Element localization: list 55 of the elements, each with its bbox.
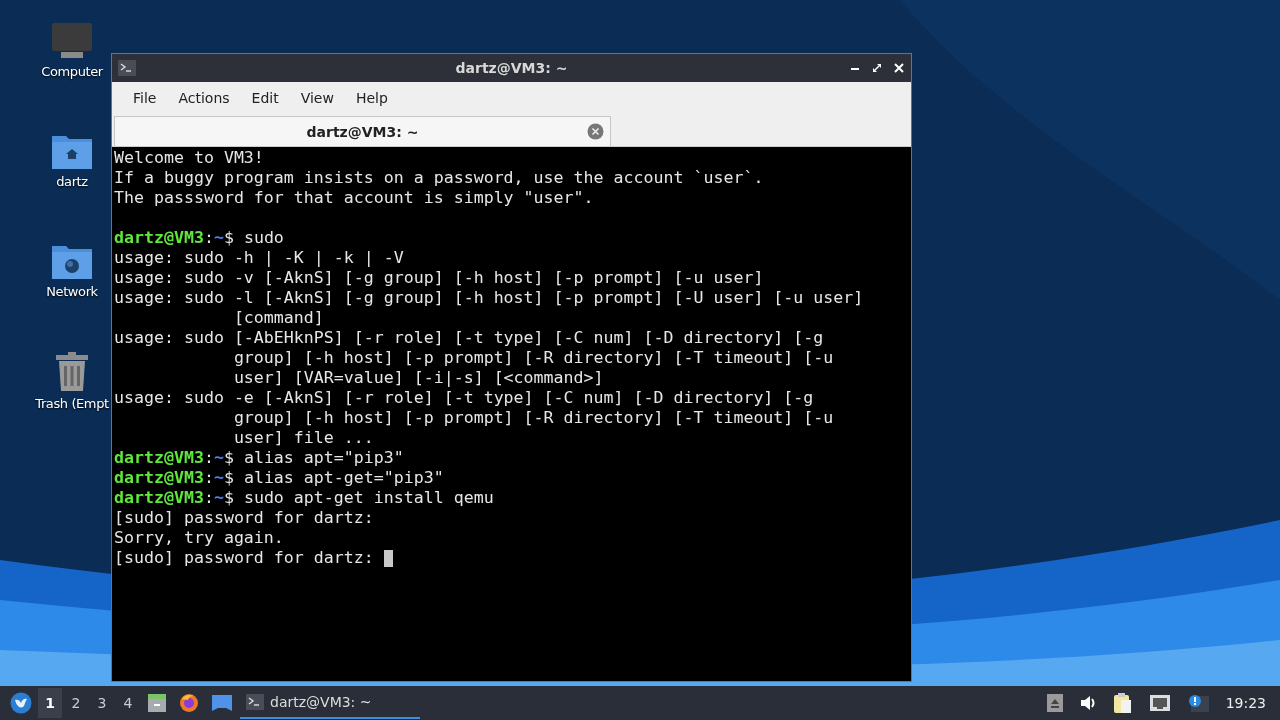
clock[interactable]: 19:23 (1225, 695, 1266, 711)
terminal-area[interactable] (112, 147, 911, 681)
menu-item[interactable]: Edit (240, 89, 290, 106)
menu-item[interactable]: File (122, 89, 168, 106)
workspace-button[interactable]: 1 (38, 688, 62, 718)
close-tab-icon[interactable] (587, 123, 604, 140)
terminal-line: dartz@VM3:~$ sudo apt-get install qemu (114, 488, 495, 508)
maximize-icon[interactable] (871, 62, 883, 74)
terminal-line: group] [-h host] [-p prompt] [-R directory] [-T timeout] [-u (232, 408, 835, 428)
window-title: dartz@VM3: ~ (455, 60, 568, 76)
menu-item[interactable]: Help (344, 89, 399, 106)
browser-icon[interactable] (179, 693, 199, 713)
workspace-button[interactable]: 3 (90, 688, 114, 718)
terminal-line: Sorry, try again. (114, 528, 285, 548)
icon-label[interactable]: Trash (Empt (35, 396, 109, 411)
taskbar-task[interactable]: dartz@VM3: ~ (240, 687, 420, 719)
eject-icon[interactable] (1046, 694, 1063, 712)
icon-label[interactable]: dartz (56, 174, 88, 189)
workspace-button[interactable]: 2 (64, 688, 88, 718)
monitor-icon[interactable] (51, 22, 93, 60)
terminal-line: If a buggy program insists on a password, use the account `user`. (114, 168, 765, 188)
start-menu-icon[interactable] (10, 692, 32, 714)
terminal-line: group] [-h host] [-p prompt] [-R directory] [-T timeout] [-u (232, 348, 835, 368)
notification-icon[interactable] (1186, 694, 1209, 712)
terminal-line: [sudo] password for dartz: (114, 548, 375, 568)
terminal-line: usage: sudo -e [-AknS] [-r role] [-t type] [-C num] [-D directory] [-g (114, 388, 815, 408)
terminal-icon (246, 694, 264, 710)
file-cabinet-icon[interactable] (147, 693, 167, 713)
icon-label[interactable]: Network (46, 284, 98, 299)
close-icon[interactable] (893, 62, 905, 74)
terminal-line: usage: sudo -v [-AknS] [-g group] [-h host] [-p prompt] [-u user] (114, 268, 765, 288)
menu-item[interactable]: Actions (167, 89, 241, 106)
workspace-button[interactable]: 4 (116, 688, 140, 718)
text-cursor (383, 549, 393, 567)
terminal-line: [command] (232, 308, 325, 328)
terminal-line: usage: sudo -h | -K | -k | -V (114, 248, 405, 268)
terminal-icon (118, 60, 136, 76)
menu-item[interactable]: View (289, 89, 345, 106)
terminal-line: dartz@VM3:~$ alias apt="pip3" (114, 448, 405, 468)
terminal-line: dartz@VM3:~$ alias apt-get="pip3" (114, 468, 445, 488)
terminal-line: user] file ... (232, 428, 375, 448)
trash-icon[interactable] (54, 352, 90, 392)
clipboard-icon[interactable] (1112, 692, 1133, 714)
terminal-line: The passsword for that account is simply "user". (114, 188, 595, 208)
terminal-line: [sudo] password for dartz: (114, 508, 375, 528)
network-port-icon[interactable] (1148, 694, 1171, 712)
icon-label[interactable]: Computer (41, 64, 103, 79)
terminal-line: usage: sudo [-AbEHknPS] [-r role] [-t type] [-C num] [-D directory] [-g (114, 328, 825, 348)
terminal-line: dartz@VM3:~$ sudo (114, 228, 285, 248)
window-icon[interactable] (211, 694, 233, 712)
terminal-line: Welcome to VM3! (114, 148, 265, 168)
terminal-line: usage: sudo -l [-AknS] [-g group] [-h host] [-p prompt] [-U user] [-u user] (114, 288, 865, 308)
terminal-tab[interactable]: dartz@VM3: ~ (114, 116, 611, 146)
volume-icon[interactable] (1078, 694, 1097, 712)
terminal-line: user] [VAR=value] [-i|-s] [<command>] (232, 368, 605, 388)
